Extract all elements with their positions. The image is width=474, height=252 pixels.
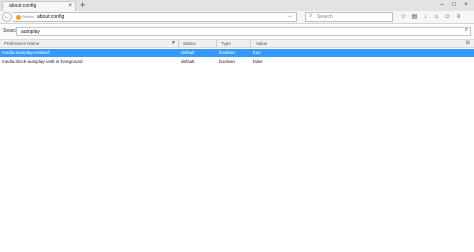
column-divider[interactable]	[178, 40, 179, 48]
pref-value: true	[253, 50, 261, 55]
maximize-icon[interactable]: □	[448, 0, 460, 10]
identity-label: Firefox	[22, 14, 35, 19]
go-arrow-icon[interactable]: →	[287, 13, 293, 19]
search-placeholder: Search	[317, 14, 333, 20]
tab-strip: about:config × + – □ ×	[0, 0, 474, 11]
home-icon[interactable]: ⌂	[431, 12, 442, 22]
pref-status: default	[181, 59, 195, 64]
window-close-icon[interactable]: ×	[460, 0, 472, 10]
url-text[interactable]: about:config	[37, 14, 64, 20]
sort-descending-icon[interactable]: ▼	[171, 40, 176, 46]
search-icon: ⌕	[309, 13, 313, 19]
pref-value: false	[253, 59, 263, 64]
column-value[interactable]: Value	[256, 41, 267, 46]
tab-close-icon[interactable]: ×	[68, 2, 72, 10]
smiley-icon[interactable]: ☺	[442, 12, 453, 22]
download-icon[interactable]: ↓	[420, 12, 431, 22]
pref-status: default	[181, 50, 195, 55]
column-picker-icon[interactable]: ⊞	[466, 40, 470, 46]
back-button[interactable]: ←	[2, 12, 12, 22]
config-search-input[interactable]: autoplay ⌕	[16, 27, 471, 36]
column-divider[interactable]	[216, 40, 217, 48]
navigation-bar: ← Firefox about:config → ⌕ Search ☆ ▤ ↓ …	[0, 11, 474, 24]
column-type[interactable]: Type	[221, 41, 231, 46]
search-input[interactable]: ⌕ Search	[305, 12, 393, 22]
config-search-row: Search: autoplay ⌕	[0, 25, 474, 38]
table-row[interactable]: media.autoplay.enabled default boolean t…	[0, 49, 474, 57]
config-search-value[interactable]: autoplay	[21, 29, 40, 35]
column-status[interactable]: Status	[183, 41, 196, 46]
minimize-icon[interactable]: –	[436, 0, 448, 10]
column-preference-name[interactable]: Preference Name	[4, 41, 39, 46]
tab-title: about:config	[9, 3, 37, 9]
firefox-icon	[16, 15, 21, 20]
table-row[interactable]: media.block-autoplay-until-in-foreground…	[0, 58, 474, 66]
toolbar-icons: ☆ ▤ ↓ ⌂ ☺ ≡	[398, 12, 464, 22]
menu-icon[interactable]: ≡	[453, 12, 464, 22]
tab-about-config[interactable]: about:config ×	[2, 1, 76, 11]
pref-type: boolean	[219, 50, 236, 55]
url-bar[interactable]: Firefox about:config →	[13, 12, 297, 22]
table-header: Preference Name ▼ Status Type Value ⊞	[0, 39, 474, 48]
window-controls: – □ ×	[436, 0, 472, 10]
new-tab-icon[interactable]: +	[80, 0, 85, 10]
pref-type: boolean	[219, 59, 236, 64]
filter-search-icon: ⌕	[464, 27, 468, 33]
pref-name: media.autoplay.enabled	[2, 50, 50, 55]
library-icon[interactable]: ▤	[409, 12, 420, 22]
pref-name: media.block-autoplay-until-in-foreground	[2, 59, 83, 64]
column-divider[interactable]	[250, 40, 251, 48]
bookmark-star-icon[interactable]: ☆	[398, 12, 409, 22]
